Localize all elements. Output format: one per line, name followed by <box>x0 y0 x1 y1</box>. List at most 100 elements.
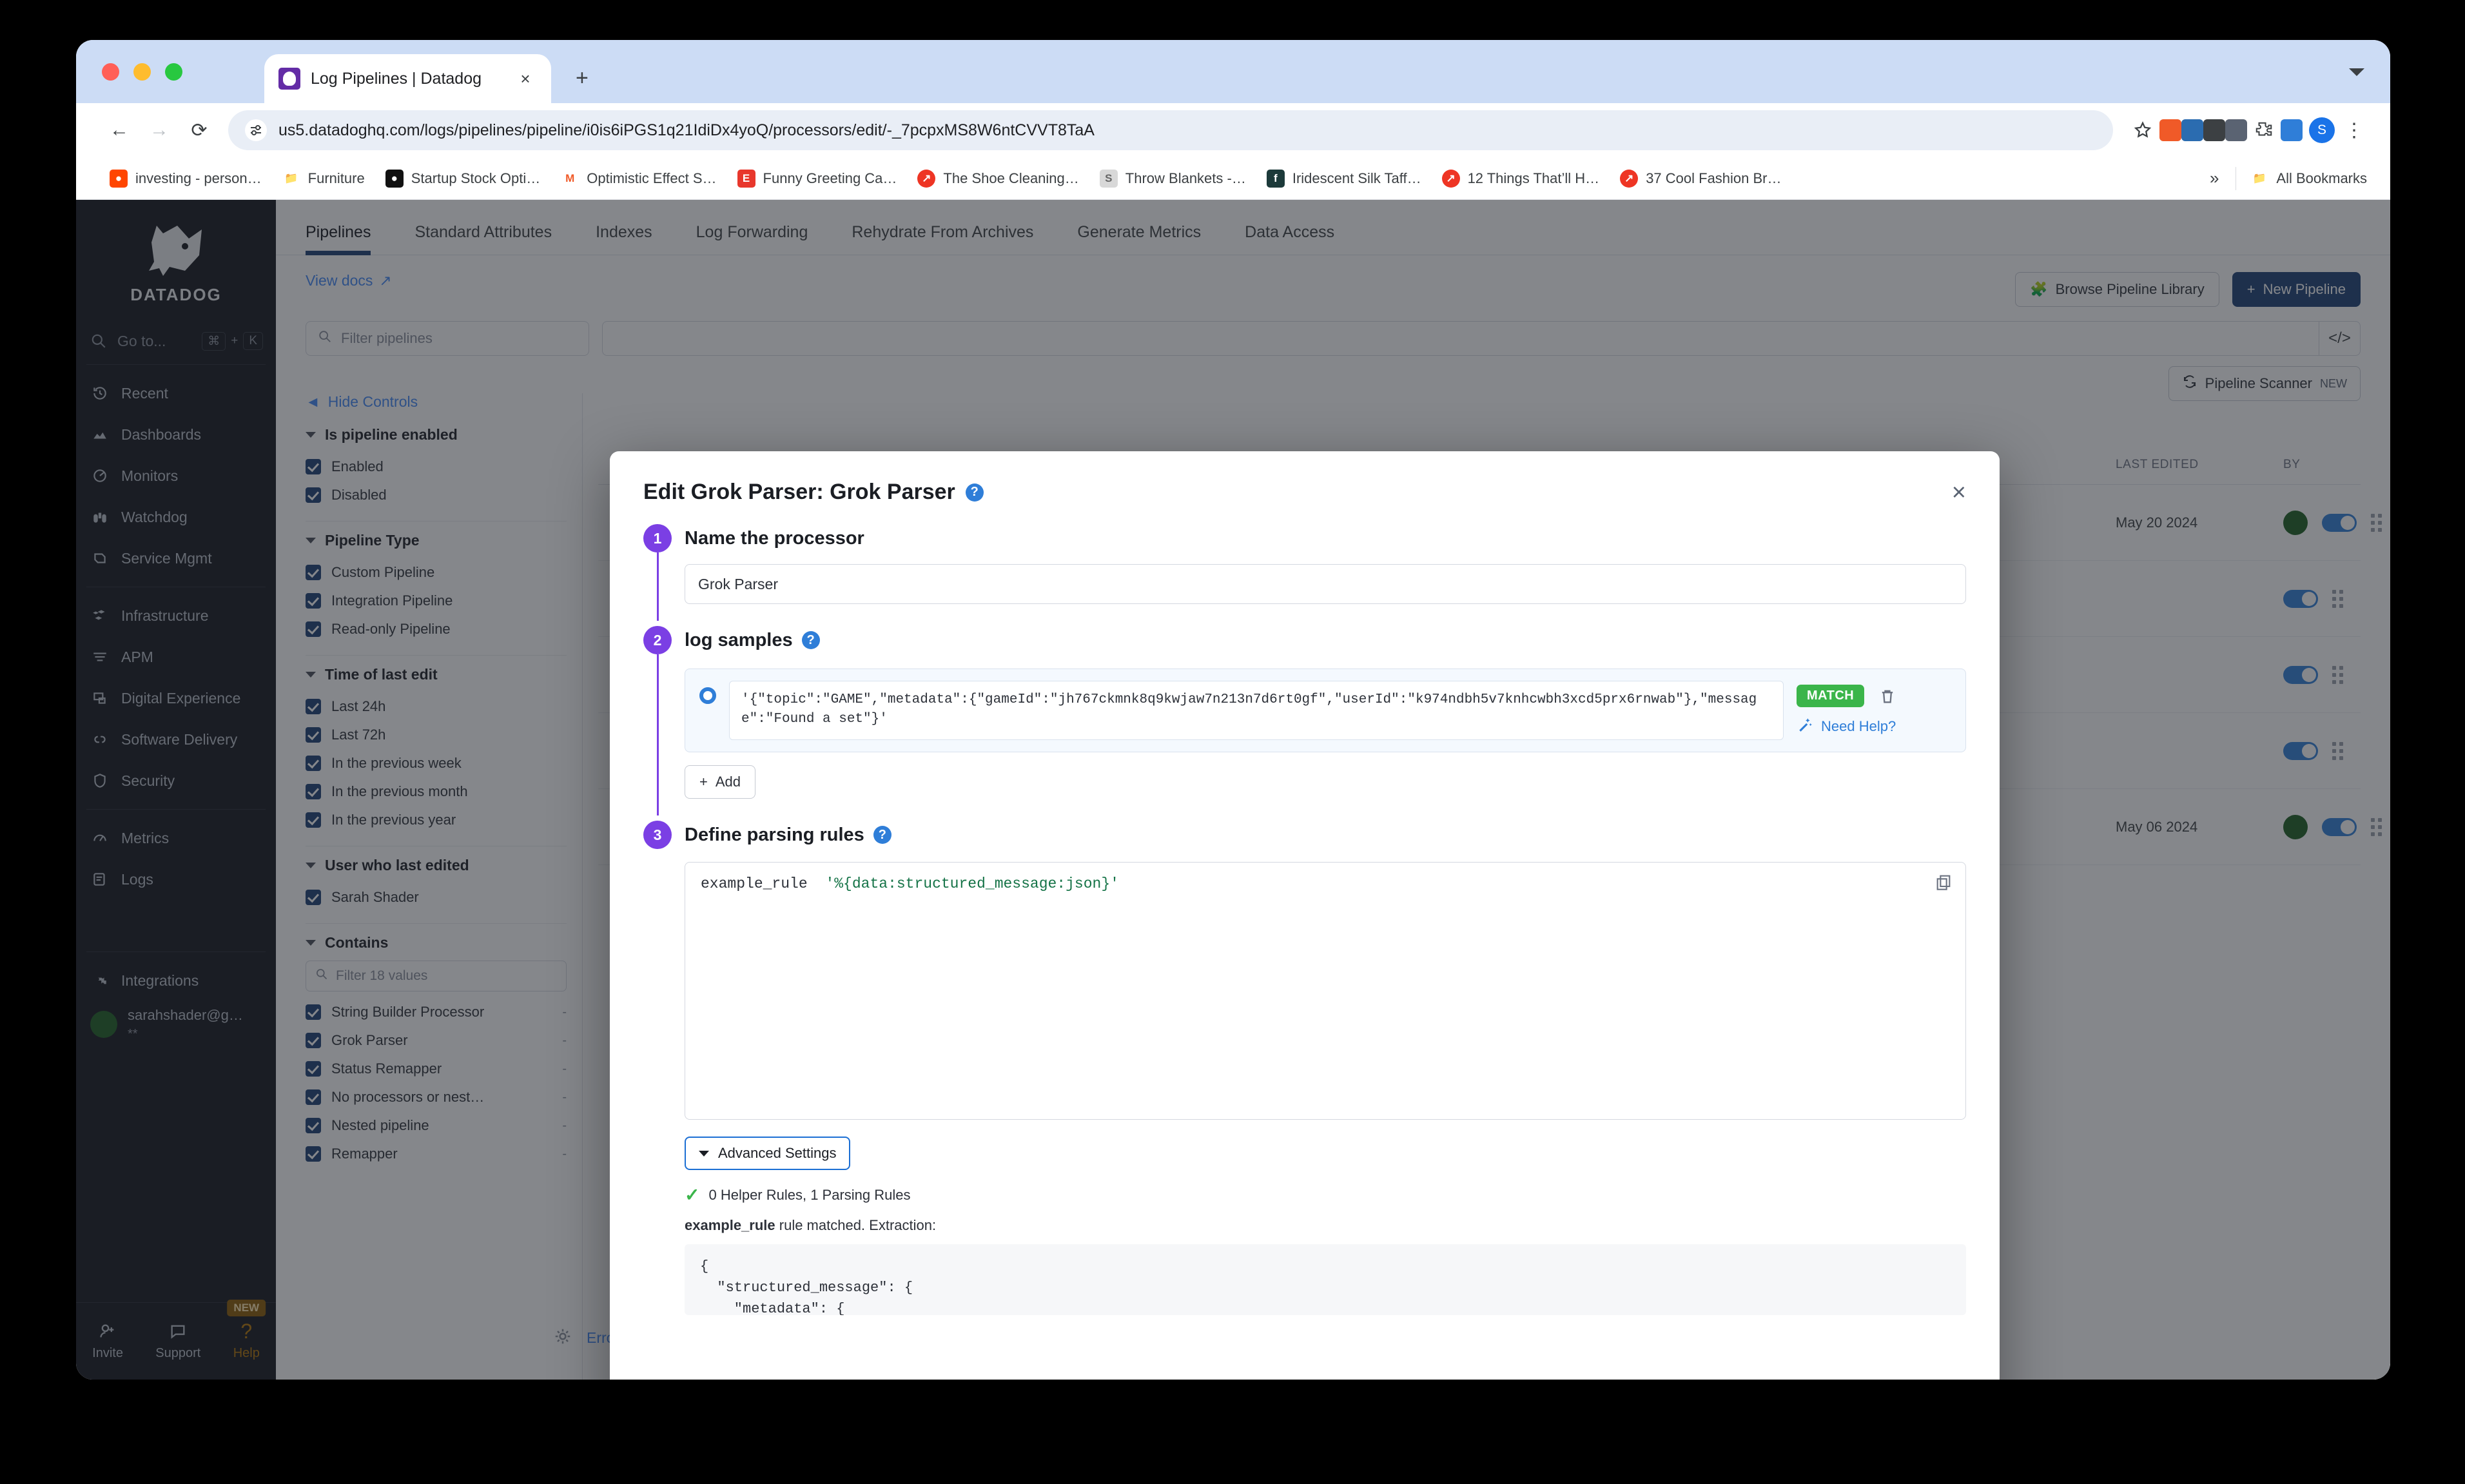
step-number: 1 <box>643 524 672 552</box>
extension-icon-4[interactable] <box>2225 119 2247 141</box>
bookmark-item[interactable]: 📁 Furniture <box>272 169 375 188</box>
extraction-caption: example_rule rule matched. Extraction: <box>685 1217 1966 1234</box>
bookmark-label: 12 Things That’ll H… <box>1467 170 1600 186</box>
advanced-settings-toggle[interactable]: Advanced Settings <box>685 1137 851 1170</box>
edit-grok-parser-modal: Edit Grok Parser: Grok Parser ? × 1 Name… <box>610 451 2000 1380</box>
modal-title-label: Edit Grok Parser: Grok Parser <box>643 480 955 504</box>
help-icon[interactable]: ? <box>965 483 984 502</box>
bookmark-item[interactable]: ↗ 12 Things That’ll H… <box>1432 169 1610 188</box>
folder-icon: 📁 <box>2250 169 2269 188</box>
forward-button[interactable]: → <box>139 110 179 150</box>
address-bar[interactable]: us5.datadoghq.com/logs/pipelines/pipelin… <box>228 110 2113 150</box>
modal-body: 1 Name the processor Grok Parser 2 log s… <box>610 513 2000 1380</box>
profile-avatar[interactable]: S <box>2309 117 2335 143</box>
close-icon[interactable]: × <box>1952 480 1966 505</box>
maximize-window-button[interactable] <box>165 63 182 81</box>
browser-window: Log Pipelines | Datadog × + ← → ⟳ us5.da… <box>76 40 2390 1380</box>
new-tab-button[interactable]: + <box>576 67 589 89</box>
bookmark-item[interactable]: S Throw Blankets -… <box>1089 169 1256 188</box>
help-icon[interactable]: ? <box>873 826 891 844</box>
extensions-puzzle-icon[interactable] <box>2247 113 2281 147</box>
step-name-processor: 1 Name the processor Grok Parser <box>643 524 1966 621</box>
url-text: us5.datadoghq.com/logs/pipelines/pipelin… <box>278 121 1095 139</box>
bookmark-item[interactable]: M Optimistic Effect S… <box>550 169 726 188</box>
extension-icon-2[interactable] <box>2181 119 2203 141</box>
bookmark-favicon-icon: E <box>737 169 755 188</box>
bookmark-item[interactable]: ● investing - person… <box>99 169 272 188</box>
bookmark-label: Iridescent Silk Taff… <box>1292 170 1421 186</box>
all-bookmarks-button[interactable]: 📁 All Bookmarks <box>2241 169 2367 188</box>
page-title: Edit Grok Parser: Grok Parser ? <box>643 480 984 505</box>
bookmark-label: Optimistic Effect S… <box>587 170 717 186</box>
help-icon[interactable]: ? <box>801 631 820 649</box>
step-parsing-rules: 3 Define parsing rules ? example_rule '%… <box>643 821 1966 1315</box>
bookmark-label: Funny Greeting Ca… <box>763 170 897 186</box>
check-icon: ✓ <box>685 1185 700 1205</box>
bookmark-item[interactable]: f Iridescent Silk Taff… <box>1256 169 1432 188</box>
extension-icon-5[interactable] <box>2281 119 2303 141</box>
bookmark-item[interactable]: E Funny Greeting Ca… <box>727 169 908 188</box>
step-heading-label: log samples <box>685 629 793 650</box>
bookmark-item[interactable]: ● Startup Stock Opti… <box>375 169 551 188</box>
omnibox-row: ← → ⟳ us5.datadoghq.com/logs/pipelines/p… <box>76 103 2390 157</box>
processor-name-input[interactable]: Grok Parser <box>685 564 1966 604</box>
step-number: 3 <box>643 821 672 849</box>
bookmark-label: 37 Cool Fashion Br… <box>1646 170 1782 186</box>
close-tab-icon[interactable]: × <box>514 70 537 87</box>
minimize-window-button[interactable] <box>133 63 151 81</box>
bookmark-label: Throw Blankets -… <box>1125 170 1246 186</box>
step-rail <box>657 552 659 621</box>
rules-status-label: 0 Helper Rules, 1 Parsing Rules <box>708 1186 911 1203</box>
bookmarks-bar: ● investing - person… 📁 Furniture ● Startup… <box>76 157 2390 200</box>
bookmark-favicon-icon: ↗ <box>917 169 936 188</box>
status-badge: MATCH <box>1797 685 1865 707</box>
browser-tab[interactable]: Log Pipelines | Datadog × <box>264 54 551 103</box>
step-heading: log samples ? <box>685 626 1966 654</box>
step-heading: Name the processor <box>685 527 864 549</box>
parsing-rules-editor[interactable]: example_rule '%{data:structured_message:… <box>685 862 1966 1120</box>
all-bookmarks-label: All Bookmarks <box>2276 170 2367 186</box>
extension-icon-1[interactable] <box>2159 119 2181 141</box>
reload-button[interactable]: ⟳ <box>179 110 219 150</box>
trash-icon[interactable] <box>1878 687 1896 706</box>
bookmark-item[interactable]: ↗ 37 Cool Fashion Br… <box>1610 169 1791 188</box>
chevron-down-icon <box>699 1150 709 1157</box>
modal-header: Edit Grok Parser: Grok Parser ? × <box>610 451 2000 513</box>
bookmark-label: Startup Stock Opti… <box>411 170 541 186</box>
extension-icon-3[interactable] <box>2203 119 2225 141</box>
tab-strip: Log Pipelines | Datadog × + <box>76 40 2390 103</box>
browser-menu-icon[interactable]: ⋮ <box>2341 119 2367 142</box>
back-button[interactable]: ← <box>99 110 139 150</box>
step-heading: Define parsing rules ? <box>685 821 1966 849</box>
step-number: 2 <box>643 626 672 654</box>
datadog-favicon-icon <box>278 68 300 90</box>
step-rail <box>657 654 659 815</box>
bookmark-label: investing - person… <box>135 170 262 186</box>
step-heading-label: Define parsing rules <box>685 824 864 845</box>
log-sample-input[interactable]: '{"topic":"GAME","metadata":{"gameId":"j… <box>729 681 1784 740</box>
tab-title: Log Pipelines | Datadog <box>311 69 482 88</box>
bookmark-favicon-icon: ● <box>110 169 128 188</box>
extraction-rule-name: example_rule <box>685 1217 775 1233</box>
need-help-link[interactable]: Need Help? <box>1797 716 1896 737</box>
close-window-button[interactable] <box>102 63 119 81</box>
rules-status: ✓ 0 Helper Rules, 1 Parsing Rules <box>685 1184 1966 1206</box>
match-row: MATCH <box>1797 685 1896 707</box>
log-sample-actions: MATCH Need Help? <box>1797 681 1951 737</box>
page-content: DATADOG Go to... ⌘ + K Recent <box>76 200 2390 1380</box>
bookmark-label: The Shoe Cleaning… <box>943 170 1079 186</box>
bookmark-favicon-icon: f <box>1266 169 1285 188</box>
chevron-down-icon[interactable] <box>2349 68 2364 76</box>
bookmark-favicon-icon: M <box>561 169 580 188</box>
bookmark-star-icon[interactable] <box>2126 113 2159 147</box>
extraction-json-output: { "structured_message": { "metadata": { <box>685 1244 1966 1315</box>
add-label: Add <box>715 774 741 790</box>
site-settings-icon[interactable] <box>245 119 267 141</box>
advanced-settings-label: Advanced Settings <box>718 1145 837 1161</box>
bookmarks-overflow-icon[interactable]: » <box>2198 168 2230 188</box>
rule-name: example_rule <box>701 875 808 892</box>
log-sample-radio[interactable] <box>699 687 716 704</box>
copy-icon[interactable] <box>1934 873 1954 892</box>
add-log-sample-button[interactable]: + Add <box>685 765 756 799</box>
bookmark-item[interactable]: ↗ The Shoe Cleaning… <box>907 169 1089 188</box>
